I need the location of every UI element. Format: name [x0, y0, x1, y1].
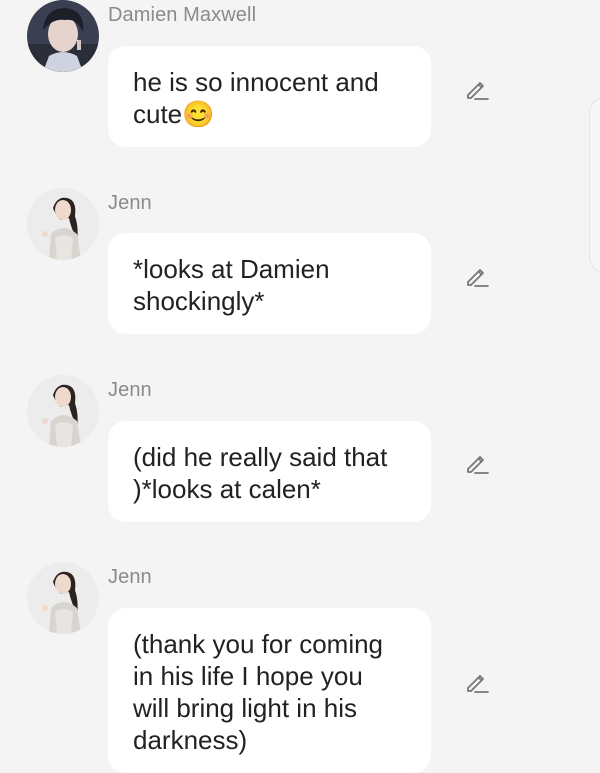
message-text: *looks at Damien shockingly* [133, 254, 330, 316]
message-bubble[interactable]: *looks at Damien shockingly* [108, 233, 431, 334]
avatar-jenn[interactable] [27, 188, 99, 260]
message-bubble[interactable]: (thank you for coming in his life I hope… [108, 608, 431, 773]
sender-name: Jenn [108, 192, 152, 214]
message-text: (thank you for coming in his life I hope… [133, 629, 384, 755]
message-text: he is so innocent and cute😊 [133, 67, 379, 129]
message-bubble[interactable]: (did he really said that )*looks at cale… [108, 421, 431, 522]
sender-name: Damien Maxwell [108, 4, 257, 26]
side-panel-edge[interactable] [589, 96, 600, 274]
avatar-damien[interactable] [27, 0, 99, 72]
avatar-jenn[interactable] [27, 562, 99, 634]
pencil-icon[interactable] [463, 668, 491, 696]
sender-name: Jenn [108, 566, 152, 588]
sender-name: Jenn [108, 379, 152, 401]
message-bubble[interactable]: he is so innocent and cute😊 [108, 46, 431, 147]
pencil-icon[interactable] [463, 262, 491, 290]
pencil-icon[interactable] [463, 449, 491, 477]
message-text: (did he really said that )*looks at cale… [133, 442, 388, 504]
avatar-jenn[interactable] [27, 375, 99, 447]
pencil-icon[interactable] [463, 75, 491, 103]
